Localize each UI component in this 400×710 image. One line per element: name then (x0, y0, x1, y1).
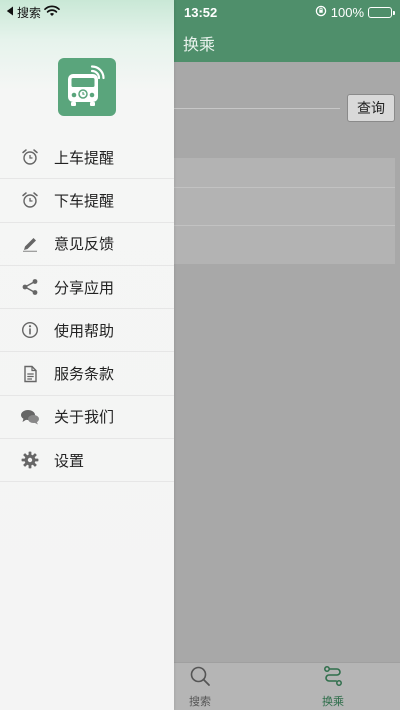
back-app-label: 搜索 (17, 5, 42, 20)
search-icon (189, 665, 211, 691)
menu-item-boarding-reminder[interactable]: 上车提醒 (0, 136, 174, 180)
tab-transfer[interactable]: 换乘 (293, 663, 373, 710)
menu-item-about-us[interactable]: 关于我们 (0, 396, 174, 440)
destination-input-underline[interactable] (174, 108, 340, 109)
status-time: 13:52 (184, 4, 218, 20)
menu-item-feedback[interactable]: 意见反馈 (0, 223, 174, 266)
route-result-list (174, 158, 395, 264)
menu-item-label: 关于我们 (54, 408, 115, 427)
transfer-route-icon (322, 665, 344, 691)
menu-item-label: 意见反馈 (54, 235, 115, 254)
chat-bubbles-icon (20, 407, 40, 427)
battery-percent: 100% (330, 4, 364, 20)
share-icon (20, 277, 40, 297)
gear-icon (20, 450, 40, 470)
battery-icon (368, 6, 395, 18)
menu-item-label: 设置 (54, 451, 85, 470)
wifi-icon (44, 4, 60, 20)
orientation-lock-icon (315, 5, 327, 20)
status-bar-left[interactable]: 搜索 (6, 4, 60, 20)
page-title: 换乘 (183, 35, 216, 54)
list-divider (174, 225, 395, 226)
menu-item-label: 下车提醒 (54, 191, 115, 210)
menu-item-alighting-reminder[interactable]: 下车提醒 (0, 179, 174, 223)
query-button[interactable]: 查询 (347, 94, 395, 122)
alarm-clock-icon (20, 190, 40, 210)
back-triangle-icon (6, 5, 14, 19)
status-bar-right: 13:52 100% (184, 4, 395, 20)
menu-item-label: 分享应用 (54, 278, 115, 297)
drawer-menu: 上车提醒 下车提醒 意见反馈 分享应用 使用帮助 服务条款 关于我们 设置 (0, 136, 174, 483)
menu-item-label: 服务条款 (54, 365, 115, 384)
tab-label: 搜索 (189, 695, 211, 708)
bus-alarm-logo-icon (58, 58, 116, 116)
menu-item-label: 上车提醒 (54, 148, 115, 167)
menu-item-share-app[interactable]: 分享应用 (0, 266, 174, 310)
menu-item-help[interactable]: 使用帮助 (0, 309, 174, 353)
alarm-clock-icon (20, 147, 40, 167)
menu-item-settings[interactable]: 设置 (0, 439, 174, 483)
side-drawer: 搜索 上车提醒 下车提醒 意见反馈 分享应用 使用帮助 服务条款 关于我们 设置 (0, 0, 174, 710)
pencil-icon (20, 234, 40, 254)
list-divider (174, 187, 395, 188)
tab-label: 换乘 (322, 695, 344, 708)
menu-item-label: 使用帮助 (54, 321, 115, 340)
menu-item-terms[interactable]: 服务条款 (0, 352, 174, 396)
document-icon (20, 364, 40, 384)
info-icon (20, 320, 40, 340)
